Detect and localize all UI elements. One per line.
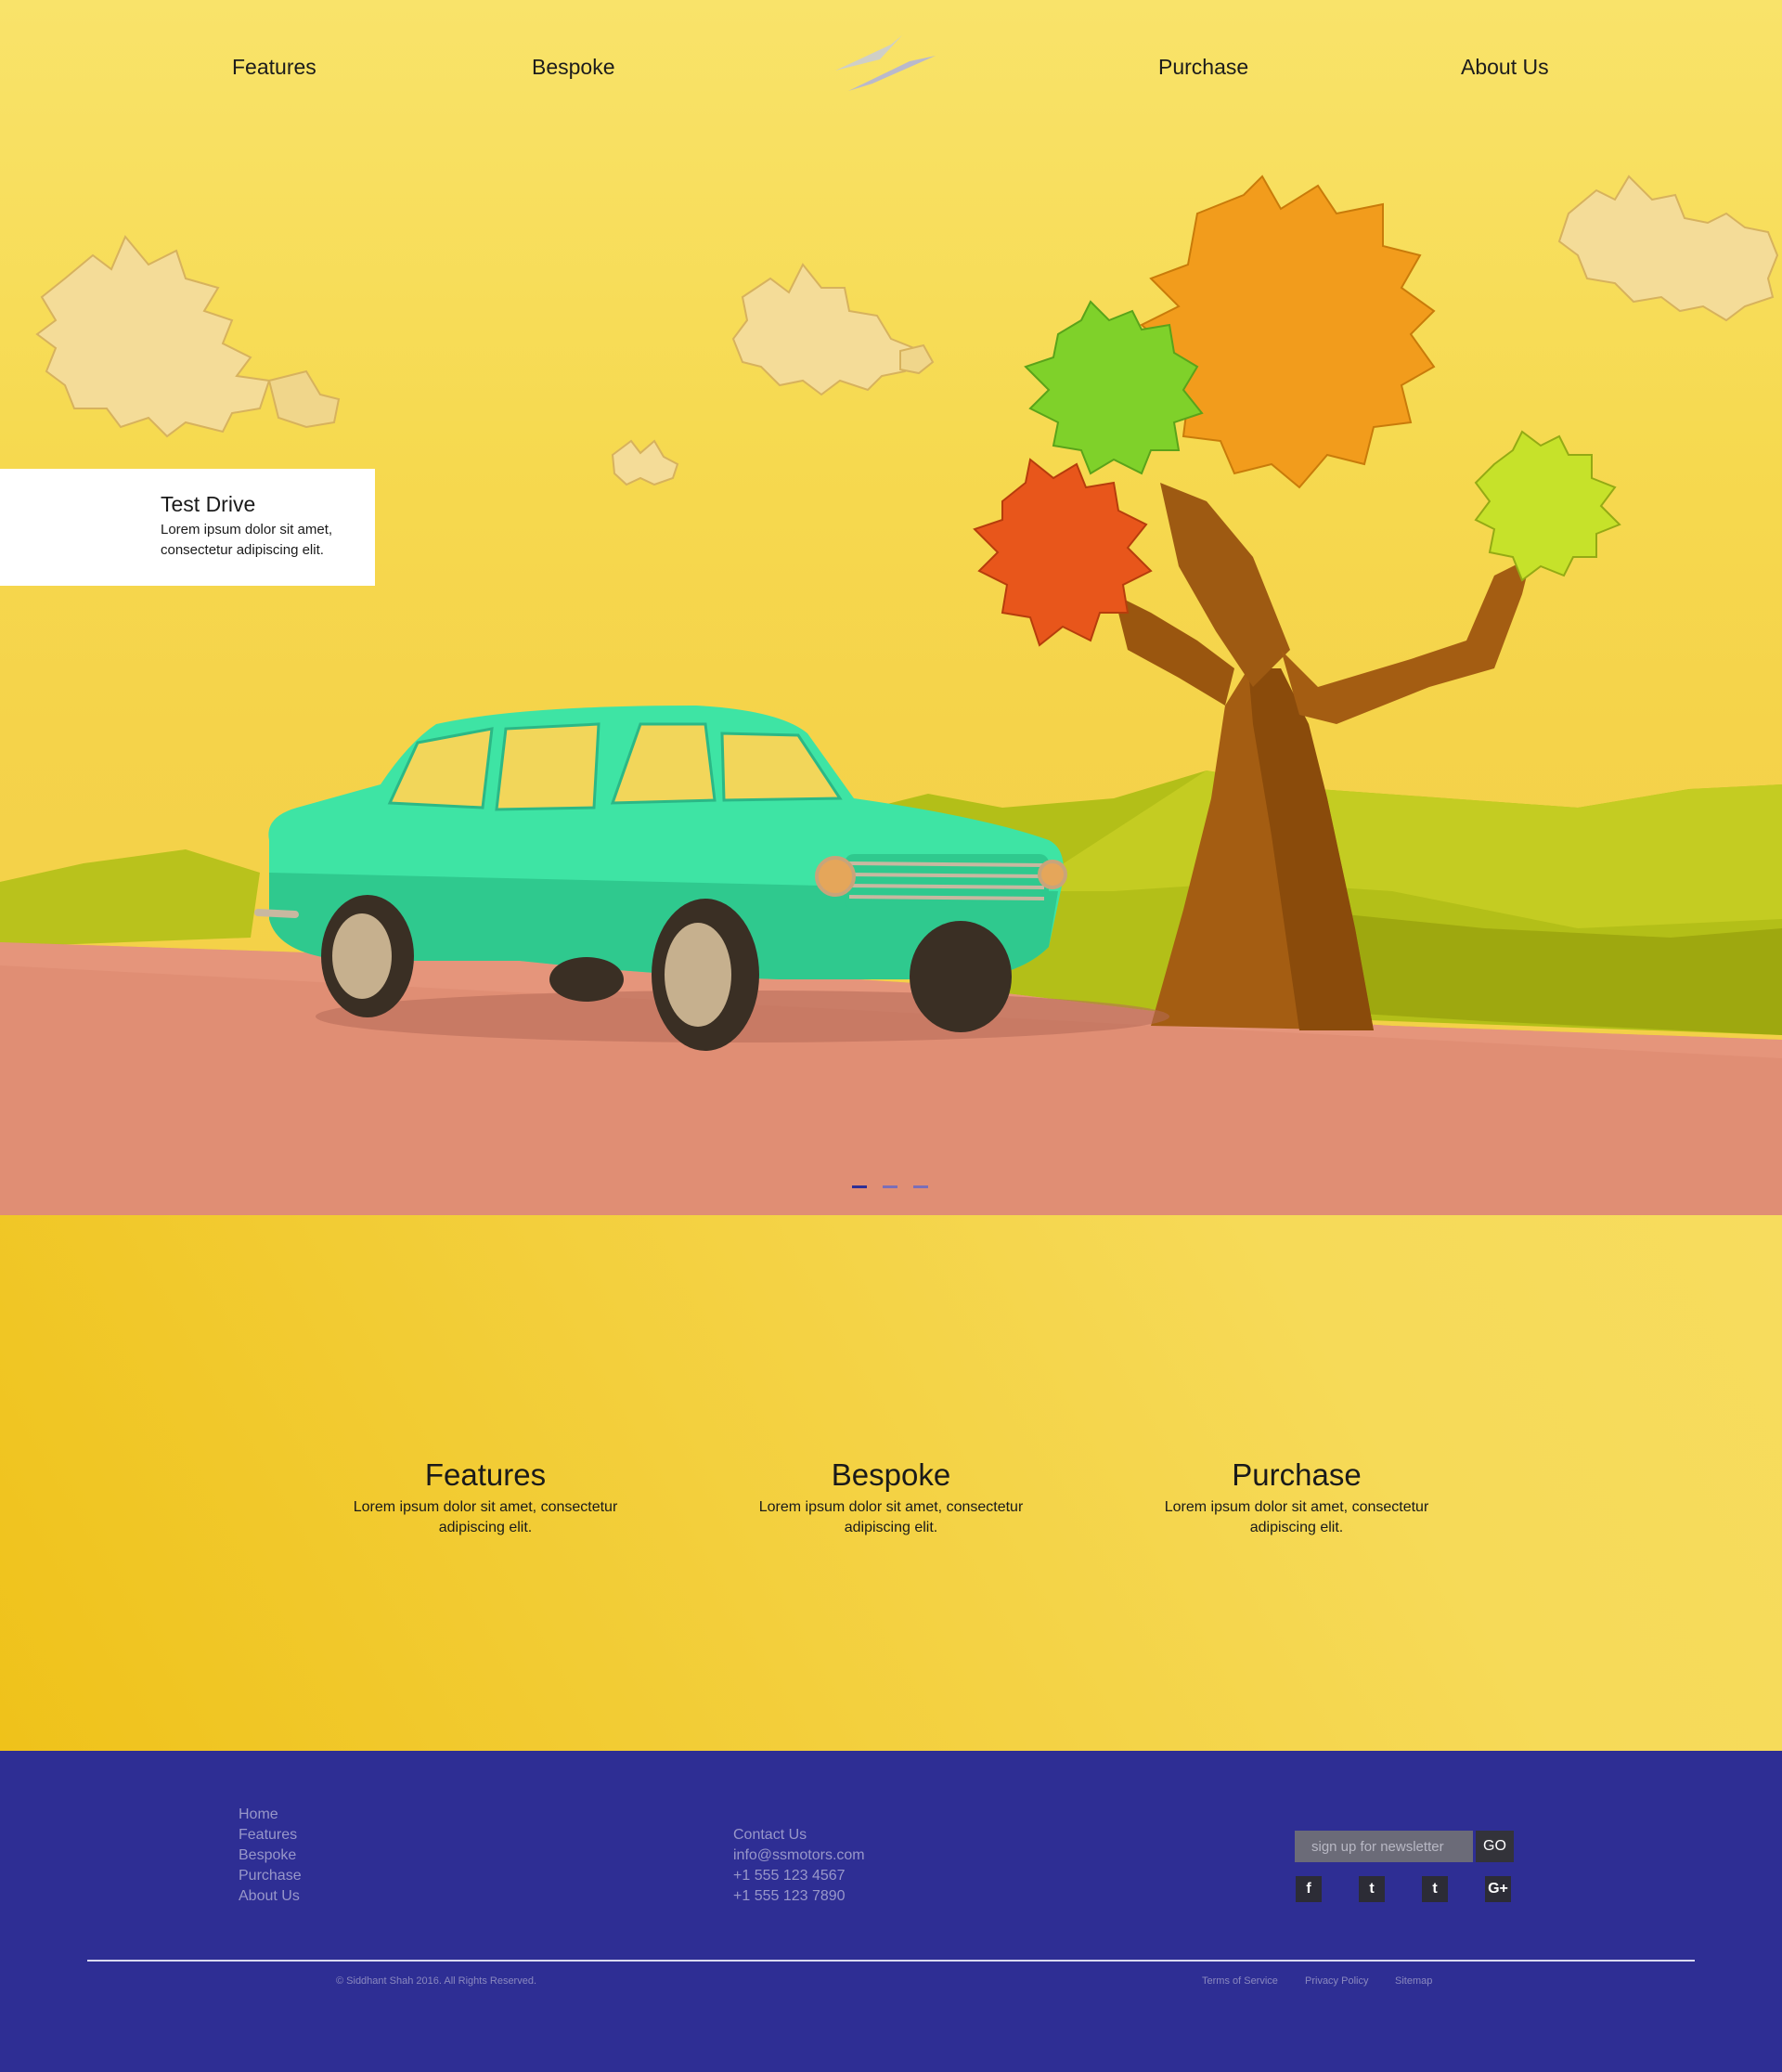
sitemap-link[interactable]: Sitemap xyxy=(1395,1975,1432,1987)
feature-column-purchase: Purchase Lorem ipsum dolor sit amet, con… xyxy=(1157,1457,1436,1538)
nav-purchase-link[interactable]: Purchase xyxy=(1158,48,1248,85)
footer-link-bespoke[interactable]: Bespoke xyxy=(239,1845,302,1866)
tree-foliage-orange xyxy=(1140,175,1436,489)
contact-phone-1[interactable]: +1 555 123 4567 xyxy=(733,1866,865,1886)
test-drive-text: Lorem ipsum dolor sit amet, consectetur … xyxy=(161,522,333,558)
footer: Home Features Bespoke Purchase About Us … xyxy=(0,1751,1782,2072)
lightning-bolt-logo-icon[interactable] xyxy=(835,35,937,93)
nav-features-link[interactable]: Features xyxy=(232,48,316,85)
test-drive-title: Test Drive xyxy=(161,492,256,516)
nav-about-link[interactable]: About Us xyxy=(1461,48,1549,85)
newsletter-go-button[interactable]: GO xyxy=(1476,1831,1514,1862)
feature-title: Purchase xyxy=(1232,1457,1362,1492)
feature-title: Bespoke xyxy=(831,1457,951,1492)
footer-link-home[interactable]: Home xyxy=(239,1805,302,1825)
cloud-center xyxy=(731,263,935,396)
cloud-right xyxy=(1557,175,1779,322)
newsletter-email-input[interactable] xyxy=(1295,1831,1473,1862)
test-drive-card[interactable]: Test Drive Lorem ipsum dolor sit amet, c… xyxy=(0,469,375,586)
footer-link-features[interactable]: Features xyxy=(239,1825,302,1845)
slider-indicators xyxy=(852,1185,932,1189)
social-links: f t t G+ xyxy=(1296,1876,1518,1902)
tree-foliage-lime xyxy=(1474,430,1621,582)
google-plus-icon[interactable]: G+ xyxy=(1485,1876,1511,1902)
newsletter-form: GO xyxy=(1295,1831,1516,1862)
footer-link-about[interactable]: About Us xyxy=(239,1886,302,1907)
twitter-icon[interactable]: t xyxy=(1359,1876,1385,1902)
nav-bespoke-link[interactable]: Bespoke xyxy=(532,48,615,85)
cloud-left xyxy=(35,235,341,438)
footer-link-purchase[interactable]: Purchase xyxy=(239,1866,302,1886)
feature-text: Lorem ipsum dolor sit amet, consectetur … xyxy=(1164,1499,1429,1535)
copyright-text: © Siddhant Shah 2016. All Rights Reserve… xyxy=(336,1975,537,1987)
slide-indicator-3[interactable] xyxy=(913,1185,928,1188)
contact-title: Contact Us xyxy=(733,1827,807,1843)
feature-column-bespoke: Bespoke Lorem ipsum dolor sit amet, cons… xyxy=(752,1457,1030,1538)
contact-phone-2[interactable]: +1 555 123 7890 xyxy=(733,1886,865,1907)
hero-section: Features Bespoke Purchase About Us Test … xyxy=(0,0,1782,1215)
footer-contact: Contact Us info@ssmotors.com +1 555 123 … xyxy=(733,1825,865,1907)
hills-left xyxy=(0,849,260,947)
slide-indicator-1[interactable] xyxy=(852,1185,867,1188)
twitter-icon[interactable]: t xyxy=(1422,1876,1448,1902)
cloud-small xyxy=(611,439,679,486)
features-section: Features Lorem ipsum dolor sit amet, con… xyxy=(0,1215,1782,1751)
car xyxy=(254,706,1067,1051)
feature-text: Lorem ipsum dolor sit amet, consectetur … xyxy=(758,1499,1024,1535)
footer-nav: Home Features Bespoke Purchase About Us xyxy=(239,1805,302,1907)
privacy-link[interactable]: Privacy Policy xyxy=(1305,1975,1368,1987)
terms-link[interactable]: Terms of Service xyxy=(1202,1975,1278,1987)
footer-divider xyxy=(87,1960,1695,1962)
feature-column-features: Features Lorem ipsum dolor sit amet, con… xyxy=(346,1457,625,1538)
slide-indicator-2[interactable] xyxy=(883,1185,897,1188)
hero-illustration xyxy=(0,175,1782,1215)
feature-title: Features xyxy=(424,1457,547,1492)
feature-text: Lorem ipsum dolor sit amet, consectetur … xyxy=(353,1499,618,1535)
contact-email[interactable]: info@ssmotors.com xyxy=(733,1845,865,1866)
facebook-icon[interactable]: f xyxy=(1296,1876,1322,1902)
